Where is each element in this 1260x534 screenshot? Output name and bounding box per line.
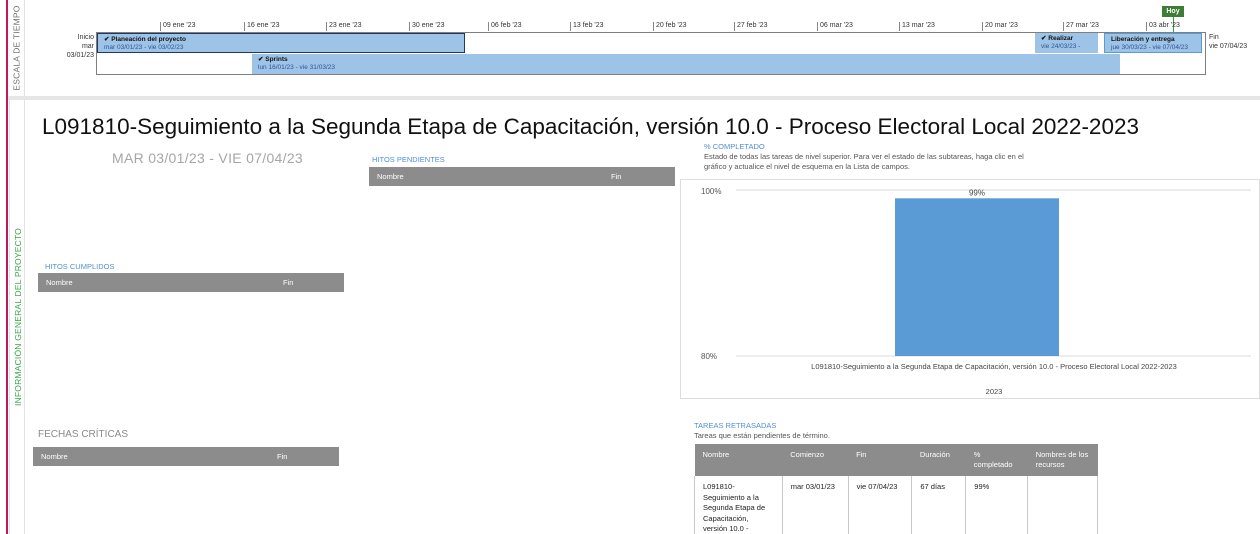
timeline-divider bbox=[8, 96, 1260, 100]
timeline-tick: 03 abr '23 bbox=[1146, 22, 1180, 31]
timeline-bar-liberacion[interactable]: Liberación y entrega jue 30/03/23 - vie … bbox=[1104, 33, 1202, 53]
y-tick-label: 100% bbox=[701, 187, 721, 196]
timeline-start: Inicio mar 03/01/23 bbox=[66, 34, 94, 59]
timeline-tick: 06 mar '23 bbox=[817, 22, 853, 31]
timeline-tick: 13 feb '23 bbox=[570, 22, 604, 31]
col-duracion: Duración bbox=[911, 444, 966, 476]
cell-porcentaje: 99% bbox=[965, 476, 1029, 534]
y-tick-label: 80% bbox=[701, 352, 717, 361]
timeline-tick: 20 feb '23 bbox=[653, 22, 687, 31]
chart-bar bbox=[895, 198, 1059, 356]
table-header-row: Nombre Comienzo Fin Duración % completad… bbox=[694, 444, 1098, 476]
timeline-tick: 27 mar '23 bbox=[1063, 22, 1099, 31]
col-porcentaje: % completado bbox=[965, 444, 1028, 476]
frame-border bbox=[6, 0, 8, 534]
col-fin: Fin bbox=[283, 278, 294, 287]
cell-duracion: 67 días bbox=[911, 476, 967, 534]
cell-recursos bbox=[1027, 476, 1098, 534]
timeline-tick: 20 mar '23 bbox=[982, 22, 1018, 31]
chart-category-label: L091810-Seguimiento a la Segunda Etapa d… bbox=[811, 362, 1177, 371]
col-nombre: Nombre bbox=[46, 278, 73, 287]
timeline-tick: 23 ene '23 bbox=[326, 22, 361, 31]
timeline-tick: 16 ene '23 bbox=[244, 22, 279, 31]
timeline-bar-realizar[interactable]: ✔ Realizar vie 24/03/23 - bbox=[1035, 33, 1098, 53]
completion-chart[interactable]: 100% 80% 99% L091810-Seguimiento a la Se… bbox=[680, 179, 1260, 399]
col-fin: Fin bbox=[611, 172, 622, 181]
today-marker-label: Hoy bbox=[1162, 6, 1184, 17]
timeline-bar-sprints[interactable]: ✔ Sprints lun 16/01/23 - vie 31/03/23 bbox=[252, 54, 1120, 74]
col-recursos: Nombres de los recursos bbox=[1027, 444, 1098, 476]
overview-side-label: INFORMACIÓN GENERAL DEL PROYECTO bbox=[9, 100, 25, 534]
completado-description: Estado de todas las tareas de nivel supe… bbox=[704, 152, 1024, 171]
col-fin: Fin bbox=[277, 452, 288, 461]
col-comienzo: Comienzo bbox=[782, 444, 849, 476]
chart-svg: 100% 80% 99% L091810-Seguimiento a la Se… bbox=[701, 187, 1251, 396]
hitos-cumplidos-header: Nombre Fin bbox=[38, 273, 344, 292]
completado-title: % COMPLETADO bbox=[704, 142, 765, 151]
hitos-cumplidos-title: HITOS CUMPLIDOS bbox=[45, 262, 115, 271]
cell-fin: vie 07/04/23 bbox=[847, 476, 913, 534]
chart-group-label: 2023 bbox=[986, 387, 1003, 396]
cell-nombre: L091810-Seguimiento a la Segunda Etapa d… bbox=[694, 476, 783, 534]
timeline-end: Fin vie 07/04/23 bbox=[1209, 34, 1248, 50]
hitos-pendientes-header: Nombre Fin bbox=[369, 167, 675, 186]
timeline-tick: 27 feb '23 bbox=[734, 22, 768, 31]
timeline-tick: 13 mar '23 bbox=[899, 22, 935, 31]
col-fin: Fin bbox=[848, 444, 912, 476]
timeline-bar-planeacion[interactable]: ✔ Planeación del proyecto mar 03/01/23 -… bbox=[97, 33, 465, 53]
col-nombre: Nombre bbox=[694, 444, 783, 476]
fechas-criticas-title: FECHAS CRÍTICAS bbox=[38, 429, 129, 440]
col-nombre: Nombre bbox=[377, 172, 404, 181]
timeline-tick: 30 ene '23 bbox=[409, 22, 444, 31]
timeline-side-label: ESCALA DE TIEMPO bbox=[12, 5, 22, 91]
page-title: L091810-Seguimiento a la Segunda Etapa d… bbox=[42, 114, 1139, 139]
tareas-retrasadas-title: TAREAS RETRASADAS bbox=[694, 421, 777, 430]
tareas-retrasadas-subtitle: Tareas que están pendientes de término. bbox=[694, 431, 830, 440]
hitos-pendientes-title: HITOS PENDIENTES bbox=[372, 155, 445, 164]
timeline-tick: 09 ene '23 bbox=[160, 22, 195, 31]
fechas-criticas-header: Nombre Fin bbox=[33, 447, 339, 466]
chart-bar-value-label: 99% bbox=[969, 188, 985, 197]
delayed-tasks-table: Nombre Comienzo Fin Duración % completad… bbox=[694, 444, 1098, 534]
project-dates: MAR 03/01/23 - VIE 07/04/23 bbox=[112, 150, 303, 166]
timeline-tick: 06 feb '23 bbox=[488, 22, 522, 31]
cell-comienzo: mar 03/01/23 bbox=[781, 476, 849, 534]
table-row[interactable]: L091810-Seguimiento a la Segunda Etapa d… bbox=[694, 476, 1098, 534]
col-nombre: Nombre bbox=[41, 452, 68, 461]
